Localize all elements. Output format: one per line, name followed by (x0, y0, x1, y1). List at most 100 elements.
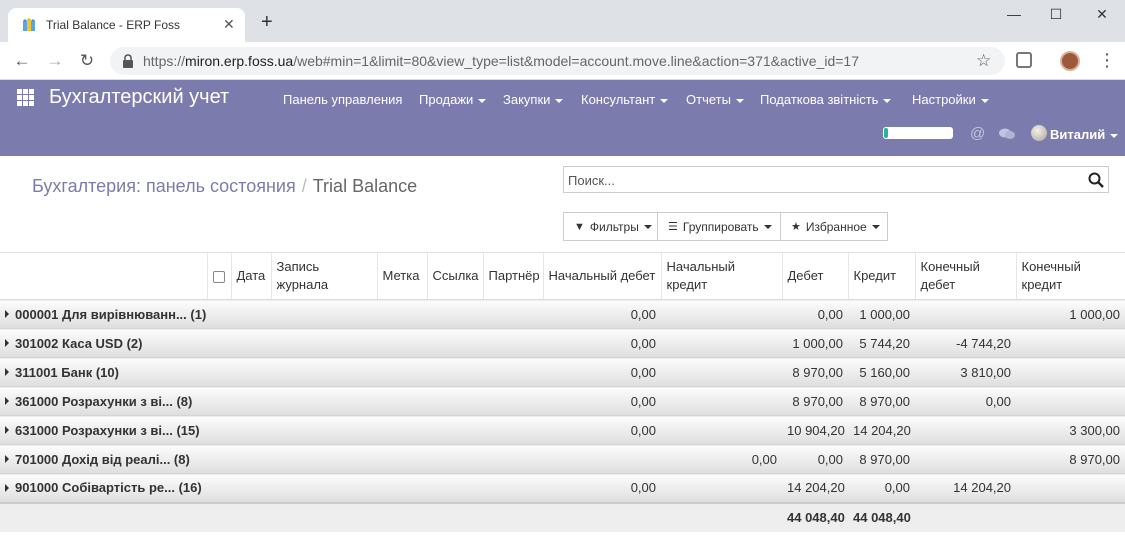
menu-settings[interactable]: Настройки (912, 92, 989, 107)
group-debit: 0,00 (782, 444, 848, 474)
url-path: /web#min=1&limit=80&view_type=list&model… (293, 53, 859, 69)
header-debit[interactable]: Дебет (781, 252, 848, 300)
header-select-all[interactable] (206, 252, 231, 300)
group-initial-debit: 0,00 (543, 328, 661, 358)
group-final-credit: 8 970,00 (1016, 444, 1125, 474)
menu-tax-reporting[interactable]: Податкова звітність (760, 92, 892, 107)
back-arrow-icon[interactable]: ← (12, 51, 32, 71)
group-final-credit (1016, 357, 1125, 387)
menu-reports[interactable]: Отчеты (686, 92, 744, 107)
menu-label: Закупки (503, 92, 551, 107)
menu-adviser[interactable]: Консультант (581, 92, 669, 107)
select-all-checkbox[interactable] (212, 270, 225, 283)
group-credit: 8 970,00 (848, 386, 915, 416)
menu-purchases[interactable]: Закупки (503, 92, 564, 107)
group-row[interactable]: 631000 Розрахунки з ві... (15) 0,00 10 904… (0, 415, 1125, 445)
mentions-icon[interactable]: @ (970, 125, 985, 142)
group-row[interactable]: 311001 Банк (10) 0,00 8 970,00 5 160,00 3 81… (0, 357, 1125, 387)
extension-icon[interactable] (1016, 52, 1032, 68)
chevron-down-icon (871, 224, 880, 229)
tab-title: Trial Balance - ERP Foss (46, 18, 181, 32)
header-initial-debit[interactable]: Начальный дебет (542, 252, 661, 300)
caret-right-icon (5, 483, 9, 492)
group-header-cell[interactable]: 701000 Дохід від реалі... (8) (0, 444, 543, 474)
star-icon: ★ (791, 221, 801, 233)
group-final-debit (915, 415, 1016, 445)
filters-button[interactable]: ▼ Фильтры (563, 212, 658, 241)
url-scheme: https:// (143, 53, 186, 69)
filter-icon: ▼ (574, 220, 585, 233)
group-row[interactable]: 701000 Дохід від реалі... (8) 0,00 0,00 8 9… (0, 444, 1125, 474)
group-initial-credit (661, 299, 782, 329)
group-name: 311001 Банк (10) (15, 364, 119, 380)
browser-menu-icon[interactable]: ⋮ (1098, 49, 1116, 71)
header-final-debit[interactable]: Конечный дебет (914, 252, 1016, 300)
forward-arrow-icon[interactable]: → (45, 51, 65, 71)
group-debit: 10 904,20 (782, 415, 848, 445)
filters-label: Фильтры (589, 219, 639, 234)
caret-right-icon (5, 426, 9, 435)
header-journal-entry[interactable]: Запись журнала (270, 252, 377, 300)
browser-tab[interactable]: Trial Balance - ERP Foss ✕ (8, 8, 245, 42)
group-header-cell[interactable]: 311001 Банк (10) (0, 357, 543, 387)
group-header-cell[interactable]: 361000 Розрахунки з ві... (8) (0, 386, 543, 416)
group-final-credit: 1 000,00 (1016, 299, 1125, 329)
chevron-down-icon (980, 98, 989, 103)
header-reference[interactable]: Ссылка (426, 252, 483, 300)
group-row[interactable]: 361000 Розрахунки з ві... (8) 0,00 8 970,0… (0, 386, 1125, 416)
user-avatar[interactable] (1031, 125, 1047, 141)
group-by-button[interactable]: ☰ Группировать (657, 212, 781, 241)
bookmark-star-icon[interactable]: ☆ (976, 51, 991, 71)
search-icon[interactable] (1088, 172, 1104, 188)
search-input[interactable] (568, 171, 1068, 189)
search-options: ▼ Фильтры ☰ Группировать ★ Избранное (563, 212, 888, 241)
group-credit: 5 744,20 (848, 328, 915, 358)
search-box (563, 166, 1109, 193)
group-debit: 1 000,00 (782, 328, 848, 358)
url-text: https://miron.erp.foss.ua/web#min=1&limi… (143, 53, 859, 69)
profile-avatar[interactable] (1060, 51, 1080, 71)
menu-dashboard[interactable]: Панель управления (283, 92, 402, 107)
group-header-cell[interactable]: 000001 Для вирівнюванн... (1) (0, 299, 543, 329)
favorites-button[interactable]: ★ Избранное (780, 212, 888, 241)
lock-icon (123, 54, 133, 68)
new-tab-button[interactable]: + (261, 12, 273, 32)
group-row[interactable]: 901000 Собівартість ре... (16) 0,00 14 204… (0, 473, 1125, 503)
group-header-cell[interactable]: 901000 Собівартість ре... (16) (0, 473, 543, 503)
group-initial-credit (661, 415, 782, 445)
header-label[interactable]: Метка (376, 252, 427, 300)
window-maximize-button[interactable]: ☐ (1036, 6, 1076, 26)
tab-close-icon[interactable]: ✕ (223, 16, 235, 32)
header-initial-credit[interactable]: Начальный кредит (660, 252, 782, 300)
chevron-down-icon (555, 98, 564, 103)
group-debit: 14 204,20 (782, 473, 848, 503)
header-final-credit[interactable]: Конечный кредит (1015, 252, 1125, 300)
group-initial-debit: 0,00 (543, 415, 661, 445)
group-final-debit: 3 810,00 (915, 357, 1016, 387)
progress-bar[interactable] (883, 127, 953, 139)
header-date[interactable]: Дата (230, 252, 271, 300)
group-header-cell[interactable]: 631000 Розрахунки з ві... (15) (0, 415, 543, 445)
header-credit[interactable]: Кредит (847, 252, 915, 300)
erp-foss-favicon-icon (23, 18, 35, 31)
reload-icon[interactable]: ↻ (77, 51, 97, 71)
menu-sales[interactable]: Продажи (419, 92, 487, 107)
address-bar[interactable]: https://miron.erp.foss.ua/web#min=1&limi… (110, 47, 1005, 75)
header-partner[interactable]: Партнёр (482, 252, 543, 300)
group-row[interactable]: 000001 Для вирівнюванн... (1) 0,00 0,00 1 0… (0, 299, 1125, 329)
caret-right-icon (5, 455, 9, 464)
user-menu[interactable]: Виталий (1050, 127, 1119, 142)
chat-icon[interactable] (999, 128, 1015, 140)
window-close-button[interactable]: ✕ (1082, 6, 1122, 26)
group-final-debit (915, 444, 1016, 474)
group-header-cell[interactable]: 301002 Каса USD (2) (0, 328, 543, 358)
group-final-debit: 14 204,20 (915, 473, 1016, 503)
breadcrumb: Бухгалтерия: панель состояния / Trial Bala… (32, 176, 417, 197)
window-minimize-button[interactable]: — (994, 6, 1034, 26)
group-final-credit (1016, 328, 1125, 358)
group-name: 901000 Собівартість ре... (16) (15, 480, 202, 496)
apps-grid-icon[interactable] (17, 89, 35, 107)
group-initial-credit (661, 328, 782, 358)
group-row[interactable]: 301002 Каса USD (2) 0,00 1 000,00 5 744,20-… (0, 328, 1125, 358)
breadcrumb-parent-link[interactable]: Бухгалтерия: панель состояния (32, 176, 296, 196)
